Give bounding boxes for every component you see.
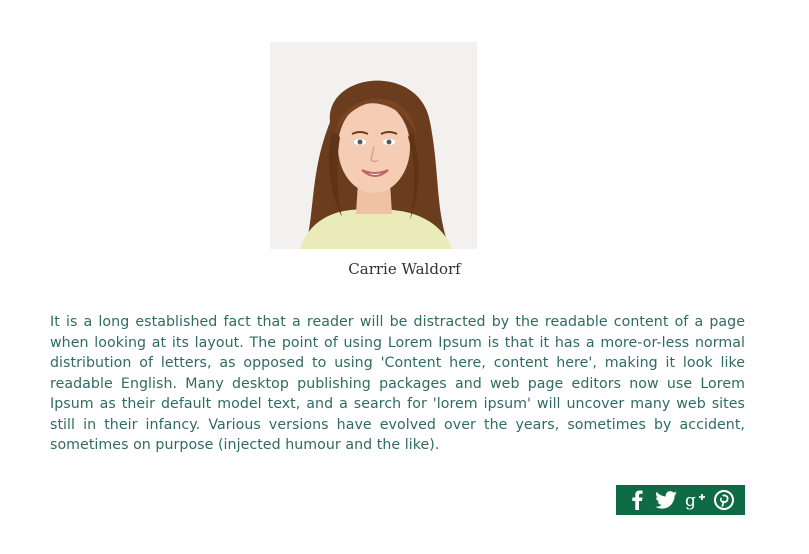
google-plus-icon: g	[685, 491, 706, 510]
google-plus-share-button[interactable]: g	[682, 487, 708, 513]
profile-name: Carrie Waldorf	[348, 260, 461, 278]
pinterest-icon	[714, 490, 735, 510]
twitter-share-button[interactable]	[653, 487, 679, 513]
portrait-image	[270, 42, 477, 249]
profile-bio: It is a long established fact that a rea…	[50, 314, 745, 453]
twitter-icon	[655, 491, 677, 509]
social-share-bar: g	[616, 485, 745, 515]
profile-photo	[270, 42, 477, 249]
pinterest-share-button[interactable]	[711, 487, 737, 513]
facebook-icon	[631, 490, 643, 510]
facebook-share-button[interactable]	[624, 487, 650, 513]
svg-text:g: g	[685, 491, 696, 510]
